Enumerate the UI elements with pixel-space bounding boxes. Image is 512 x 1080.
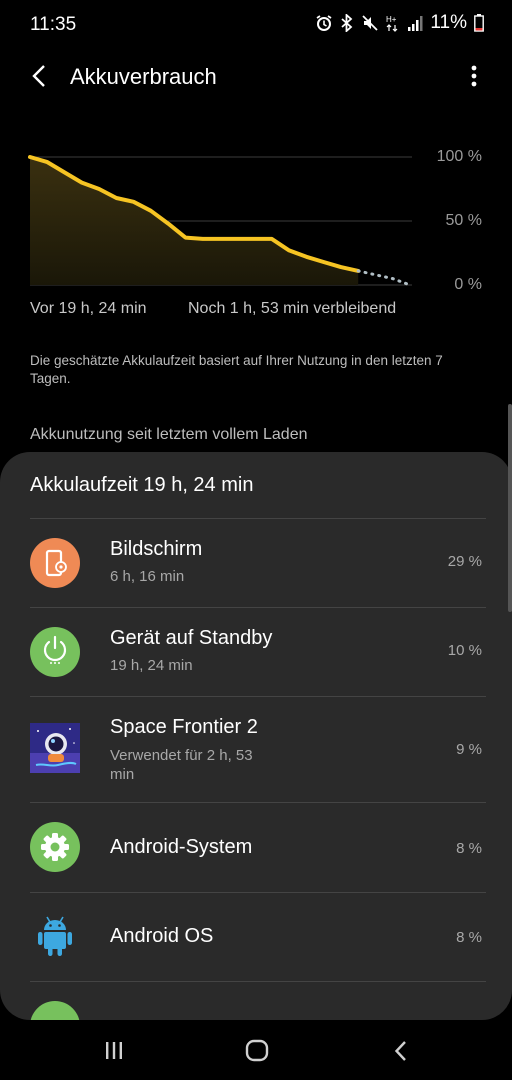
recents-icon xyxy=(106,1042,122,1059)
usage-item-android-system[interactable]: Android-System 8 % xyxy=(0,802,512,892)
signal-icon xyxy=(408,16,423,31)
back-button[interactable] xyxy=(24,60,56,92)
gear-icon xyxy=(30,822,80,872)
mute-icon xyxy=(362,15,379,31)
usage-item-duration: 6 h, 16 min xyxy=(110,568,185,585)
hplus-icon: H+ xyxy=(386,15,398,32)
partial-item-icon xyxy=(30,1001,80,1020)
usage-item-percent: 29 % xyxy=(447,553,482,570)
axis-label-50: 50 % xyxy=(445,212,482,229)
home-button[interactable] xyxy=(244,1038,270,1064)
usage-item-duration: 19 h, 24 min xyxy=(110,657,193,674)
battery-chart: 100 % 50 % 0 % xyxy=(0,140,512,300)
usage-item-percent: 8 % xyxy=(456,840,482,857)
usage-item-name: Android-System xyxy=(110,836,253,858)
recents-button[interactable] xyxy=(101,1038,127,1064)
screen-icon xyxy=(30,538,80,588)
panel-title: Akkulaufzeit 19 h, 24 min xyxy=(30,474,254,496)
android-icon xyxy=(30,910,80,960)
power-standby-icon xyxy=(30,627,80,677)
section-header: Akkunutzung seit letztem vollem Laden xyxy=(30,426,308,443)
usage-item-duration: Verwendet für 2 h, 53 min xyxy=(110,747,253,783)
usage-item-name: Bildschirm xyxy=(110,538,203,560)
usage-item-standby[interactable]: Gerät auf Standby 19 h, 24 min 10 % xyxy=(0,607,512,696)
chart-start-label: Vor 19 h, 24 min xyxy=(30,300,147,317)
back-arrow-icon xyxy=(32,65,45,87)
edge-panel-handle[interactable] xyxy=(508,404,512,612)
usage-item-name: Gerät auf Standby xyxy=(110,627,273,649)
usage-item-name: Space Frontier 2 xyxy=(110,716,258,738)
status-bar: 11:35 H+ 11% xyxy=(0,0,512,48)
nav-back-button[interactable] xyxy=(388,1038,414,1064)
projection-line xyxy=(356,269,412,287)
bluetooth-icon xyxy=(341,14,353,32)
usage-item-space-frontier[interactable]: Space Frontier 2 Verwendet für 2 h, 53 m… xyxy=(0,696,512,802)
back-icon xyxy=(394,1041,406,1061)
more-options-button[interactable] xyxy=(462,62,486,92)
usage-item-bildschirm[interactable]: Bildschirm 6 h, 16 min 29 % xyxy=(0,518,512,607)
status-icons: H+ 11% xyxy=(315,12,484,34)
axis-label-0: 0 % xyxy=(454,276,482,293)
usage-item-percent: 10 % xyxy=(447,642,482,659)
estimate-note: Die geschätzte Akkulaufzeit basiert auf … xyxy=(30,353,443,386)
page-title: Akkuverbrauch xyxy=(70,64,217,89)
battery-chart-svg xyxy=(28,155,412,287)
axis-label-100: 100 % xyxy=(436,148,482,165)
usage-item-partial[interactable] xyxy=(0,981,512,1020)
space-frontier-app-icon xyxy=(30,723,80,773)
chart-end-label: Noch 1 h, 53 min verbleibend xyxy=(188,300,397,317)
battery-percent: 11% xyxy=(430,12,467,33)
usage-item-percent: 8 % xyxy=(456,929,482,946)
usage-item-name: Android OS xyxy=(110,925,214,947)
status-time: 11:35 xyxy=(30,14,77,35)
app-bar: Akkuverbrauch xyxy=(0,52,512,102)
home-icon xyxy=(245,1039,269,1062)
more-vert-icon xyxy=(471,65,477,87)
usage-item-percent: 9 % xyxy=(456,741,482,758)
usage-item-android-os[interactable]: Android OS 8 % xyxy=(0,892,512,981)
svg-text:H+: H+ xyxy=(386,15,397,24)
battery-icon xyxy=(474,14,484,32)
alarm-icon xyxy=(316,15,332,31)
navigation-bar xyxy=(0,1020,512,1080)
usage-panel: Akkulaufzeit 19 h, 24 min Bildschirm 6 h… xyxy=(0,452,512,1020)
